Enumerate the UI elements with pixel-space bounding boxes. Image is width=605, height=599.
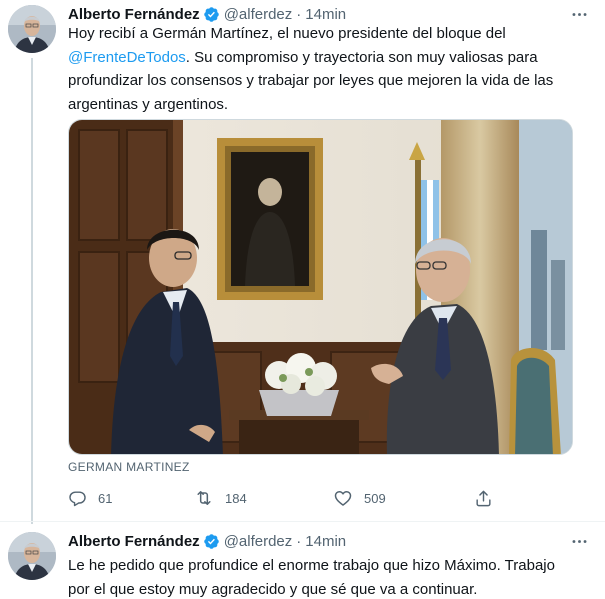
- author-name[interactable]: Alberto Fernández: [68, 533, 200, 550]
- tweet-text-line: @FrenteDeTodos. Su compromiso y trayecto…: [68, 46, 593, 70]
- tweet[interactable]: Alberto Fernández @alferdez · 14min Hoy …: [0, 0, 605, 521]
- author-name[interactable]: Alberto Fernández: [68, 6, 200, 23]
- like-button[interactable]: 509: [332, 486, 386, 510]
- text-segment: argentinas y argentinos.: [68, 95, 229, 113]
- tweet-text-line: argentinas y argentinos.: [68, 93, 593, 117]
- tweet-text-line: por el que estoy muy agradecido y que sé…: [68, 578, 593, 599]
- text-segment: profundizar los consensos y trabajar por…: [68, 72, 554, 89]
- retweet-icon: [193, 487, 215, 509]
- share-button[interactable]: [472, 486, 494, 510]
- author-handle[interactable]: @alferdez: [224, 533, 293, 550]
- tweet-timestamp[interactable]: 14min: [305, 6, 346, 23]
- tweet-text: Hoy recibí a Germán Martínez, el nuevo p…: [68, 22, 593, 116]
- share-icon: [472, 487, 494, 509]
- tweet-text-line: Hoy recibí a Germán Martínez, el nuevo p…: [68, 22, 593, 46]
- mention-link[interactable]: @FrenteDeTodos: [68, 49, 186, 66]
- tweet-text-line: Le he pedido que profundice el enorme tr…: [68, 554, 593, 578]
- tweet-header: Alberto Fernández @alferdez · 14min: [68, 530, 591, 552]
- tweet-timestamp[interactable]: 14min: [305, 533, 346, 550]
- like-count: 509: [364, 490, 386, 506]
- tweet[interactable]: Alberto Fernández @alferdez · 14min Le h…: [0, 522, 605, 599]
- text-segment: Hoy recibí a Germán Martínez, el nuevo p…: [68, 25, 506, 42]
- text-segment: . Su compromiso y trayectoria son muy va…: [185, 48, 538, 66]
- text-segment: Le he pedido que profundice el enorme tr…: [68, 557, 555, 574]
- tweet-photo[interactable]: [68, 119, 573, 455]
- retweet-count: 184: [225, 490, 247, 506]
- tweet-actions: 61 184 509: [66, 486, 496, 510]
- heart-icon: [332, 487, 354, 509]
- meta-separator: ·: [296, 532, 302, 550]
- reply-button[interactable]: 61: [66, 486, 112, 510]
- reply-icon: [66, 487, 88, 509]
- tweet-text-line: profundizar los consensos y trabajar por…: [68, 69, 593, 93]
- meta-separator: ·: [296, 5, 302, 23]
- reply-count: 61: [98, 490, 113, 506]
- tweet-text: Le he pedido que profundice el enorme tr…: [68, 554, 593, 599]
- avatar[interactable]: [8, 5, 56, 53]
- text-segment: por el que estoy muy agradecido y que sé…: [68, 580, 478, 598]
- more-horizontal-icon[interactable]: [567, 530, 591, 552]
- verified-badge-icon: [203, 6, 220, 23]
- avatar[interactable]: [8, 532, 56, 580]
- media-person-tag[interactable]: GERMAN MARTINEZ: [68, 460, 190, 474]
- author-handle[interactable]: @alferdez: [224, 6, 293, 23]
- verified-badge-icon: [203, 533, 220, 550]
- retweet-button[interactable]: 184: [193, 486, 247, 510]
